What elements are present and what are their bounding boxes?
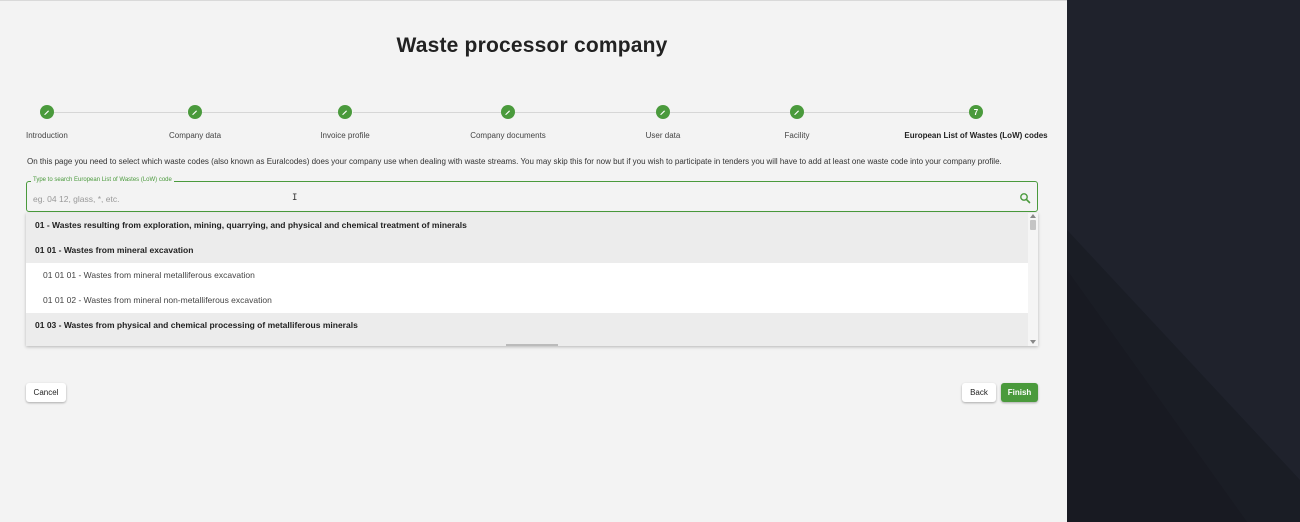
step-number: 7: [969, 105, 983, 119]
scroll-up-icon[interactable]: [1030, 214, 1036, 218]
background-shape: [1067, 0, 1300, 522]
check-icon: [338, 105, 352, 119]
step-label: Introduction: [26, 131, 68, 140]
check-icon: [40, 105, 54, 119]
check-icon: [188, 105, 202, 119]
low-code-search[interactable]: Type to search European List of Wastes (…: [26, 177, 1038, 212]
check-icon: [656, 105, 670, 119]
finish-button[interactable]: Finish: [1001, 383, 1038, 402]
dropdown-group[interactable]: 01 - Wastes resulting from exploration, …: [26, 213, 1028, 238]
search-icon[interactable]: [1019, 191, 1031, 204]
step-label: European List of Wastes (LoW) codes: [904, 131, 1048, 140]
step-company-documents[interactable]: Company documents: [428, 105, 588, 140]
step-facility[interactable]: Facility: [717, 105, 877, 140]
check-icon: [501, 105, 515, 119]
step-introduction[interactable]: Introduction: [26, 105, 68, 140]
decorative-side-panel: [1067, 0, 1300, 522]
step-invoice-profile[interactable]: Invoice profile: [265, 105, 425, 140]
scroll-down-icon[interactable]: [1030, 340, 1036, 344]
page-title: Waste processor company: [396, 34, 668, 57]
dropdown-group[interactable]: 01 03 - Wastes from physical and chemica…: [26, 313, 1028, 338]
scroll-thumb[interactable]: [1030, 220, 1036, 230]
cancel-button[interactable]: Cancel: [26, 383, 66, 402]
dropdown-option[interactable]: 01 01 02 - Wastes from mineral non-metal…: [26, 288, 1028, 313]
intro-text: On this page you need to select which wa…: [27, 157, 1002, 166]
search-label: Type to search European List of Wastes (…: [31, 177, 174, 183]
step-company-data[interactable]: Company data: [115, 105, 275, 140]
step-low-codes[interactable]: 7 European List of Wastes (LoW) codes: [896, 105, 1056, 140]
back-button[interactable]: Back: [962, 383, 996, 402]
horizontal-scroll-indicator[interactable]: [506, 344, 558, 346]
step-label: Facility: [784, 131, 810, 140]
dropdown-option[interactable]: 01 01 01 - Wastes from mineral metallife…: [26, 263, 1028, 288]
text-cursor-icon: I: [292, 193, 298, 203]
wizard-panel: Waste processor company Introduction Com…: [0, 0, 1067, 522]
check-icon: [790, 105, 804, 119]
stepper: Introduction Company data Invoice profil…: [0, 105, 1067, 141]
step-label: Company documents: [470, 131, 546, 140]
dropdown-scrollbar[interactable]: [1028, 213, 1038, 346]
dropdown-group[interactable]: 01 01 - Wastes from mineral excavation: [26, 238, 1028, 263]
step-label: Invoice profile: [320, 131, 370, 140]
step-label: Company data: [168, 131, 222, 140]
search-input[interactable]: [33, 192, 993, 206]
low-code-dropdown[interactable]: 01 - Wastes resulting from exploration, …: [26, 213, 1038, 346]
